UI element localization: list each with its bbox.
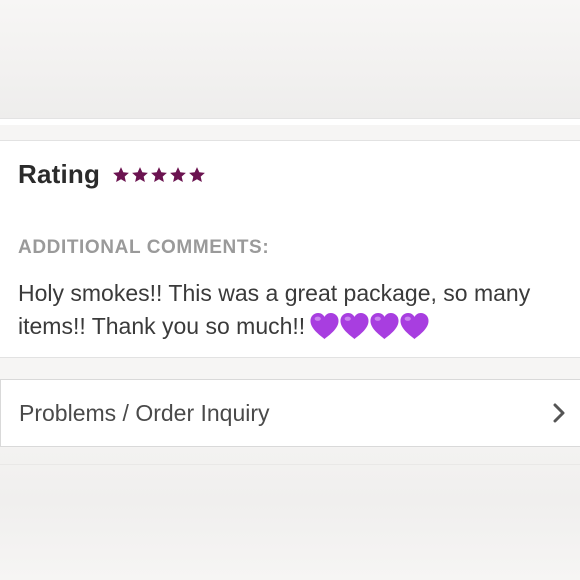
bottom-blurred-area <box>0 448 580 580</box>
rating-row: Rating <box>18 159 206 190</box>
purple-heart-icon <box>400 312 429 340</box>
rating-card: Rating ADDITIONAL COMMENTS: Holy smokes!… <box>0 140 580 358</box>
rating-label: Rating <box>18 159 101 189</box>
purple-heart-icon <box>340 312 369 340</box>
comments-body: Holy smokes!! This was a great package, … <box>18 277 563 343</box>
problems-label: Problems / Order Inquiry <box>19 399 270 426</box>
section-gap <box>0 358 580 379</box>
rating-stars <box>112 166 206 184</box>
hearts-group <box>309 312 429 340</box>
bottom-divider <box>0 464 580 465</box>
star-icon <box>113 166 129 182</box>
purple-heart-icon <box>310 312 339 340</box>
comments-text: Holy smokes!! This was a great package, … <box>18 280 531 339</box>
star-icon <box>189 166 205 182</box>
star-icon <box>151 166 167 182</box>
section-gap <box>0 125 580 140</box>
problems-order-inquiry-row[interactable]: Problems / Order Inquiry <box>0 379 580 447</box>
star-icon <box>170 166 186 182</box>
purple-heart-icon <box>370 312 399 340</box>
top-blurred-area <box>0 0 580 118</box>
comments-heading: ADDITIONAL COMMENTS: <box>18 237 270 258</box>
chevron-right-icon <box>553 403 565 423</box>
star-icon <box>132 166 148 182</box>
